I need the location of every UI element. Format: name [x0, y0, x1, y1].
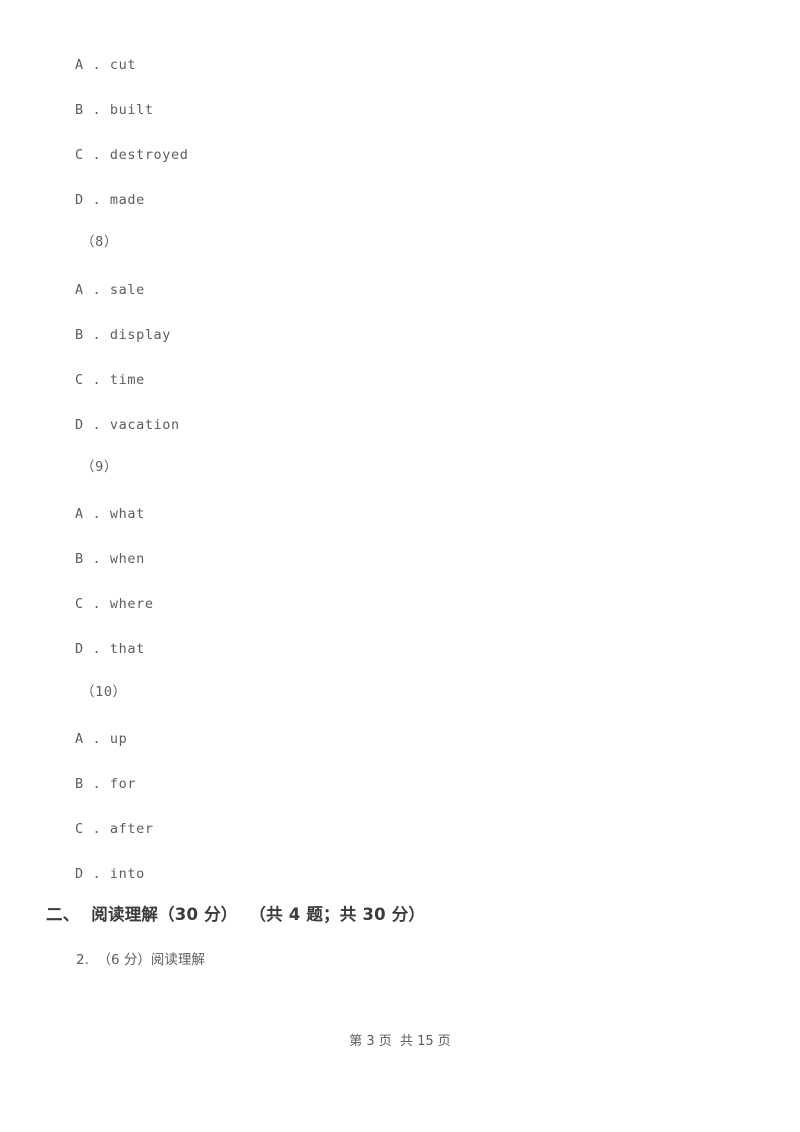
option-text: A . what	[75, 506, 145, 522]
option-row[interactable]: B . built	[75, 102, 154, 118]
option-row[interactable]: C . after	[75, 821, 154, 837]
option-row[interactable]: B . display	[75, 327, 172, 343]
option-text: B . built	[75, 102, 154, 118]
question-number-8: （8）	[81, 234, 118, 250]
question-number-10: （10）	[81, 684, 127, 700]
option-text: B . for	[75, 776, 137, 792]
option-text: D . made	[75, 192, 145, 208]
section-heading: 二、 阅读理解（30 分） （共 4 题；共 30 分）	[46, 905, 426, 924]
option-text: A . cut	[75, 57, 137, 73]
option-row[interactable]: C . where	[75, 596, 154, 612]
option-text: B . display	[75, 327, 172, 343]
option-row[interactable]: D . vacation	[75, 417, 180, 433]
question-number-9: （9）	[81, 459, 118, 475]
option-text: D . vacation	[75, 417, 180, 433]
option-row[interactable]: D . made	[75, 192, 145, 208]
question-stem-2: 2. （6 分）阅读理解	[76, 952, 205, 968]
option-row[interactable]: C . destroyed	[75, 147, 189, 163]
page-footer: 第 3 页 共 15 页	[349, 1034, 451, 1049]
option-text: C . destroyed	[75, 147, 189, 163]
option-row[interactable]: A . sale	[75, 282, 145, 298]
document-page: A . cut B . built C . destroyed D . made…	[0, 0, 800, 1132]
option-text: C . time	[75, 372, 145, 388]
option-text: C . after	[75, 821, 154, 837]
option-text: D . that	[75, 641, 145, 657]
option-row[interactable]: A . cut	[75, 57, 137, 73]
option-row[interactable]: D . that	[75, 641, 145, 657]
option-text: A . sale	[75, 282, 145, 298]
option-row[interactable]: D . into	[75, 866, 145, 882]
option-row[interactable]: A . what	[75, 506, 145, 522]
option-text: A . up	[75, 731, 128, 747]
option-row[interactable]: C . time	[75, 372, 145, 388]
option-text: B . when	[75, 551, 145, 567]
option-row[interactable]: A . up	[75, 731, 128, 747]
option-text: D . into	[75, 866, 145, 882]
option-row[interactable]: B . for	[75, 776, 137, 792]
option-row[interactable]: B . when	[75, 551, 145, 567]
option-text: C . where	[75, 596, 154, 612]
